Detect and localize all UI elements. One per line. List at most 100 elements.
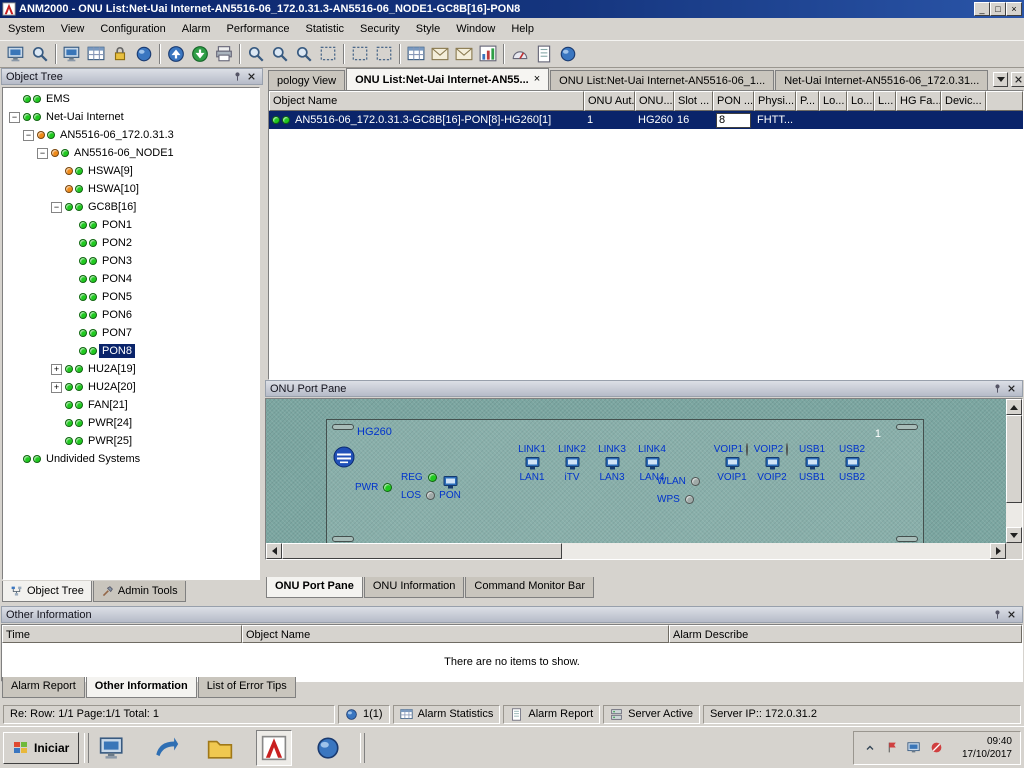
- column-header-lo[interactable]: Lo...: [847, 91, 874, 111]
- tree-node-pon5[interactable]: PON5: [3, 288, 259, 306]
- tab-admin-tools[interactable]: Admin Tools: [93, 581, 186, 602]
- ethernet-port-icon[interactable]: [525, 457, 540, 470]
- scroll-down-button[interactable]: [1006, 527, 1022, 543]
- tab-alarm-report[interactable]: Alarm Report: [2, 677, 85, 698]
- ethernet-port-icon[interactable]: [645, 457, 660, 470]
- browser-icon[interactable]: [148, 730, 184, 766]
- mail-open-icon[interactable]: [428, 42, 452, 66]
- tree-node-undivided-systems[interactable]: Undivided Systems: [3, 450, 259, 468]
- column-header-pon[interactable]: PON ...: [713, 91, 754, 111]
- pon-port-icon[interactable]: [443, 476, 458, 489]
- tree-node-pwr-25[interactable]: PWR[25]: [3, 432, 259, 450]
- host-view-icon[interactable]: [60, 42, 84, 66]
- tab-other-information[interactable]: Other Information: [86, 677, 197, 698]
- close-button[interactable]: ×: [1006, 2, 1022, 16]
- download-icon[interactable]: [188, 42, 212, 66]
- column-header-devic[interactable]: Devic...: [941, 91, 986, 111]
- tree-node-pon1[interactable]: PON1: [3, 216, 259, 234]
- menu-window[interactable]: Window: [448, 20, 503, 38]
- pon-port[interactable]: PON: [433, 476, 467, 501]
- menu-statistic[interactable]: Statistic: [298, 20, 353, 38]
- scroll-left-button[interactable]: [266, 543, 282, 559]
- network-tool-icon[interactable]: [310, 730, 346, 766]
- vertical-scrollbar[interactable]: [1006, 399, 1022, 543]
- tab-list-of-error-tips[interactable]: List of Error Tips: [198, 677, 296, 698]
- zoom-actual-icon[interactable]: [292, 42, 316, 66]
- horizontal-scrollbar[interactable]: [266, 543, 1006, 559]
- expander-icon[interactable]: −: [37, 148, 48, 159]
- tree-node-an5516-06-node1[interactable]: −AN5516-06_NODE1: [3, 144, 259, 162]
- menu-help[interactable]: Help: [503, 20, 542, 38]
- close-document-icon[interactable]: [1011, 72, 1024, 87]
- expander-icon[interactable]: −: [51, 202, 62, 213]
- topology-view-icon[interactable]: [84, 42, 108, 66]
- tray-mute-icon[interactable]: [928, 740, 944, 756]
- tree-node-an5516-06-172-0-31-3[interactable]: −AN5516-06_172.0.31.3: [3, 126, 259, 144]
- expander-icon[interactable]: +: [51, 382, 62, 393]
- help-icon[interactable]: [556, 42, 580, 66]
- menu-performance[interactable]: Performance: [219, 20, 298, 38]
- zoom-in-icon[interactable]: [244, 42, 268, 66]
- column-header-onu[interactable]: ONU...: [635, 91, 674, 111]
- upload-icon[interactable]: [164, 42, 188, 66]
- select-area-icon[interactable]: [372, 42, 396, 66]
- anm2000-taskbar-button[interactable]: [256, 730, 292, 766]
- tree-node-fan-21[interactable]: FAN[21]: [3, 396, 259, 414]
- pin-icon[interactable]: [230, 70, 244, 83]
- expander-icon[interactable]: −: [9, 112, 20, 123]
- tab-list-dropdown-icon[interactable]: [993, 72, 1008, 87]
- column-header-object-name[interactable]: Object Name: [242, 625, 669, 643]
- column-header-p[interactable]: P...: [796, 91, 819, 111]
- tree-node-pon2[interactable]: PON2: [3, 234, 259, 252]
- print-icon[interactable]: [212, 42, 236, 66]
- tab-object-tree[interactable]: Object Tree: [2, 581, 92, 602]
- tree-node-hswa-9[interactable]: HSWA[9]: [3, 162, 259, 180]
- globe-icon[interactable]: [132, 42, 156, 66]
- horizontal-scroll-thumb[interactable]: [282, 543, 562, 559]
- menu-style[interactable]: Style: [408, 20, 448, 38]
- menu-view[interactable]: View: [53, 20, 93, 38]
- vertical-scroll-thumb[interactable]: [1006, 415, 1022, 503]
- find-object-icon[interactable]: [28, 42, 52, 66]
- expander-icon[interactable]: +: [51, 364, 62, 375]
- tab-onu-information[interactable]: ONU Information: [364, 577, 465, 598]
- pin-icon[interactable]: [990, 382, 1004, 395]
- tree-node-pon8[interactable]: PON8: [3, 342, 259, 360]
- file-manager-icon[interactable]: [202, 730, 238, 766]
- tray-display-icon[interactable]: [906, 740, 922, 756]
- start-button[interactable]: Iniciar: [3, 732, 79, 764]
- tab-close-icon[interactable]: ×: [534, 74, 540, 85]
- document-tab-pology-view[interactable]: pology View: [268, 70, 345, 90]
- tree-node-hu2a-19[interactable]: +HU2A[19]: [3, 360, 259, 378]
- remote-desktop-icon[interactable]: [94, 730, 130, 766]
- tab-onu-port-pane[interactable]: ONU Port Pane: [266, 577, 363, 598]
- column-header-onu-aut[interactable]: ONU Aut...: [584, 91, 635, 111]
- voip-port-icon[interactable]: [725, 457, 740, 470]
- menu-alarm[interactable]: Alarm: [174, 20, 219, 38]
- column-header-alarm-describe[interactable]: Alarm Describe: [669, 625, 1022, 643]
- menu-security[interactable]: Security: [352, 20, 408, 38]
- scroll-up-button[interactable]: [1006, 399, 1022, 415]
- minimize-button[interactable]: _: [974, 2, 990, 16]
- expander-icon[interactable]: −: [23, 130, 34, 141]
- column-header-slot[interactable]: Slot ...: [674, 91, 713, 111]
- network-manager-icon[interactable]: [4, 42, 28, 66]
- maximize-button[interactable]: □: [990, 2, 1006, 16]
- hide-icons-chevron[interactable]: [862, 740, 878, 756]
- pin-icon[interactable]: [990, 608, 1004, 621]
- voip-port-icon[interactable]: [765, 457, 780, 470]
- tree-node-pon4[interactable]: PON4: [3, 270, 259, 288]
- zoom-region-icon[interactable]: [316, 42, 340, 66]
- column-header-hg-fa[interactable]: HG Fa...: [896, 91, 941, 111]
- close-icon[interactable]: [244, 70, 258, 83]
- usb-port-icon[interactable]: [845, 457, 860, 470]
- pon-id-editor[interactable]: 8: [716, 113, 751, 128]
- ethernet-port-icon[interactable]: [605, 457, 620, 470]
- column-header-lo[interactable]: Lo...: [819, 91, 847, 111]
- table-row[interactable]: AN5516-06_172.0.31.3-GC8B[16]-PON[8]-HG2…: [269, 111, 1023, 129]
- tree-node-hswa-10[interactable]: HSWA[10]: [3, 180, 259, 198]
- column-header-l[interactable]: L...: [874, 91, 896, 111]
- tree-node-hu2a-20[interactable]: +HU2A[20]: [3, 378, 259, 396]
- document-tab-onu-list-net-uai-internet-an55[interactable]: ONU List:Net-Uai Internet-AN55...×: [346, 68, 549, 90]
- tree-node-pon3[interactable]: PON3: [3, 252, 259, 270]
